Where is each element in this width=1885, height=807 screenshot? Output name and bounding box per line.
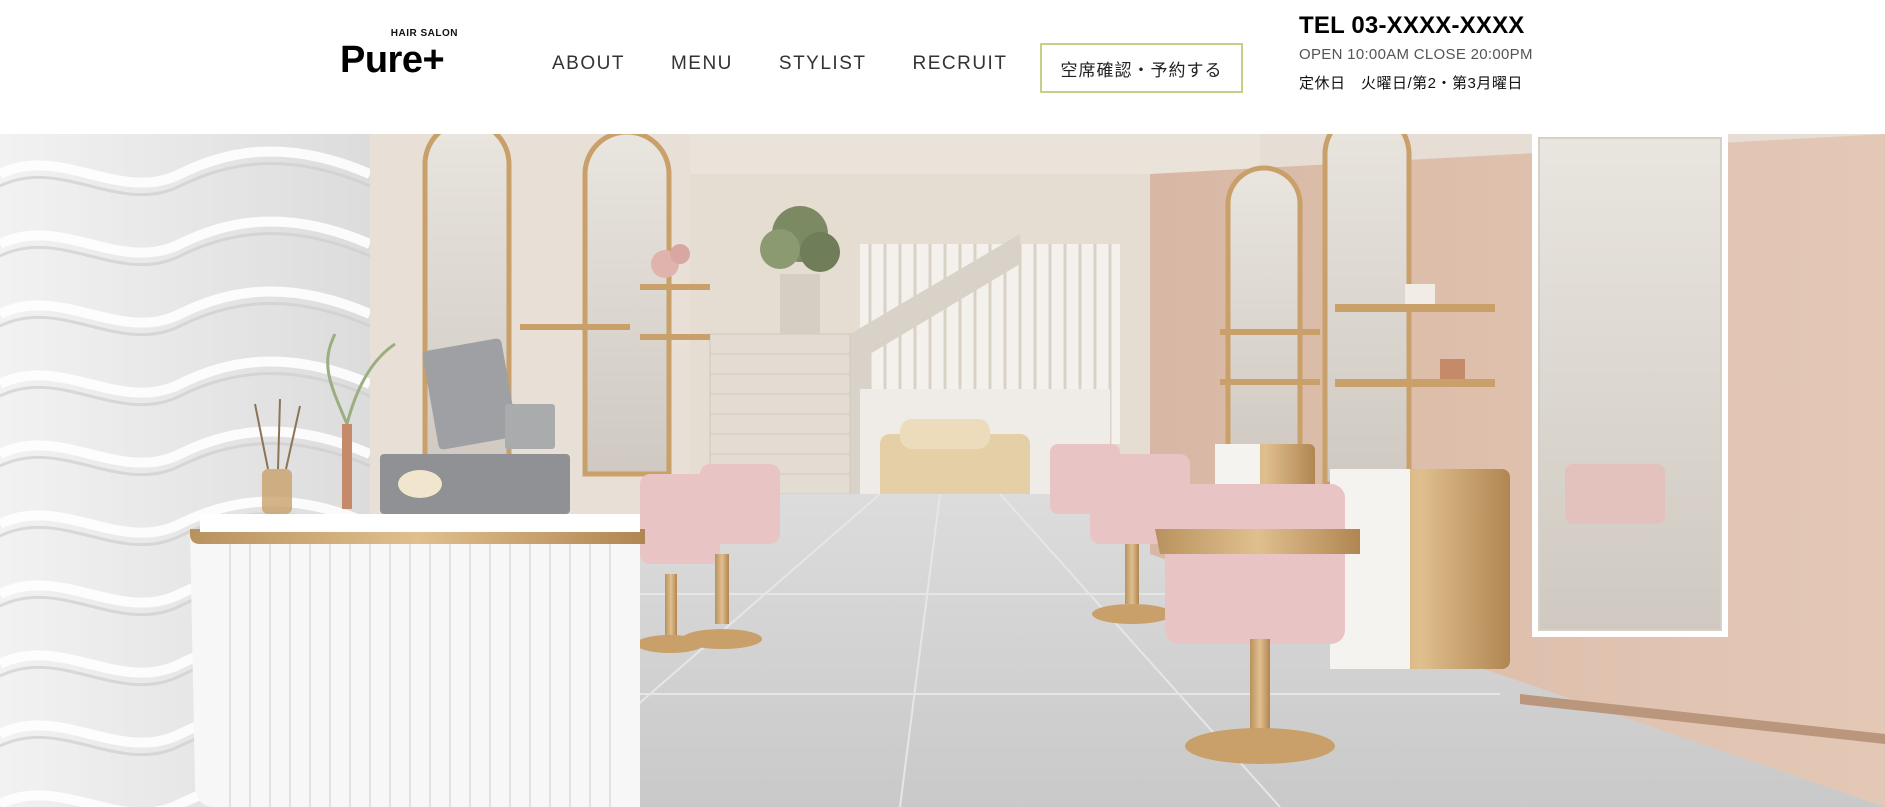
- hero-image: [0, 134, 1885, 807]
- nav-recruit[interactable]: RECRUIT: [912, 53, 1007, 75]
- nav-stylist[interactable]: STYLIST: [779, 53, 867, 75]
- nav-menu[interactable]: MENU: [671, 53, 733, 75]
- nav-about[interactable]: ABOUT: [552, 53, 625, 75]
- site-header: HAIR SALON Pure+ ABOUT MENU STYLIST RECR…: [0, 0, 1885, 134]
- closed-days: 定休日 火曜日/第2・第3月曜日: [1299, 75, 1523, 92]
- phone-number[interactable]: TEL 03-XXXX-XXXX: [1299, 12, 1533, 40]
- logo-title: Pure+: [340, 39, 445, 81]
- reserve-button[interactable]: 空席確認・予約する: [1040, 43, 1243, 93]
- salon-logo[interactable]: HAIR SALON Pure+: [340, 28, 460, 79]
- salon-interior-illustration: [0, 134, 1885, 807]
- contact-info: TEL 03-XXXX-XXXX OPEN 10:00AM CLOSE 20:0…: [1299, 12, 1533, 93]
- opening-hours: OPEN 10:00AM CLOSE 20:00PM: [1299, 46, 1533, 63]
- logo-subtitle: HAIR SALON: [390, 28, 458, 39]
- main-nav: ABOUT MENU STYLIST RECRUIT: [552, 53, 1053, 75]
